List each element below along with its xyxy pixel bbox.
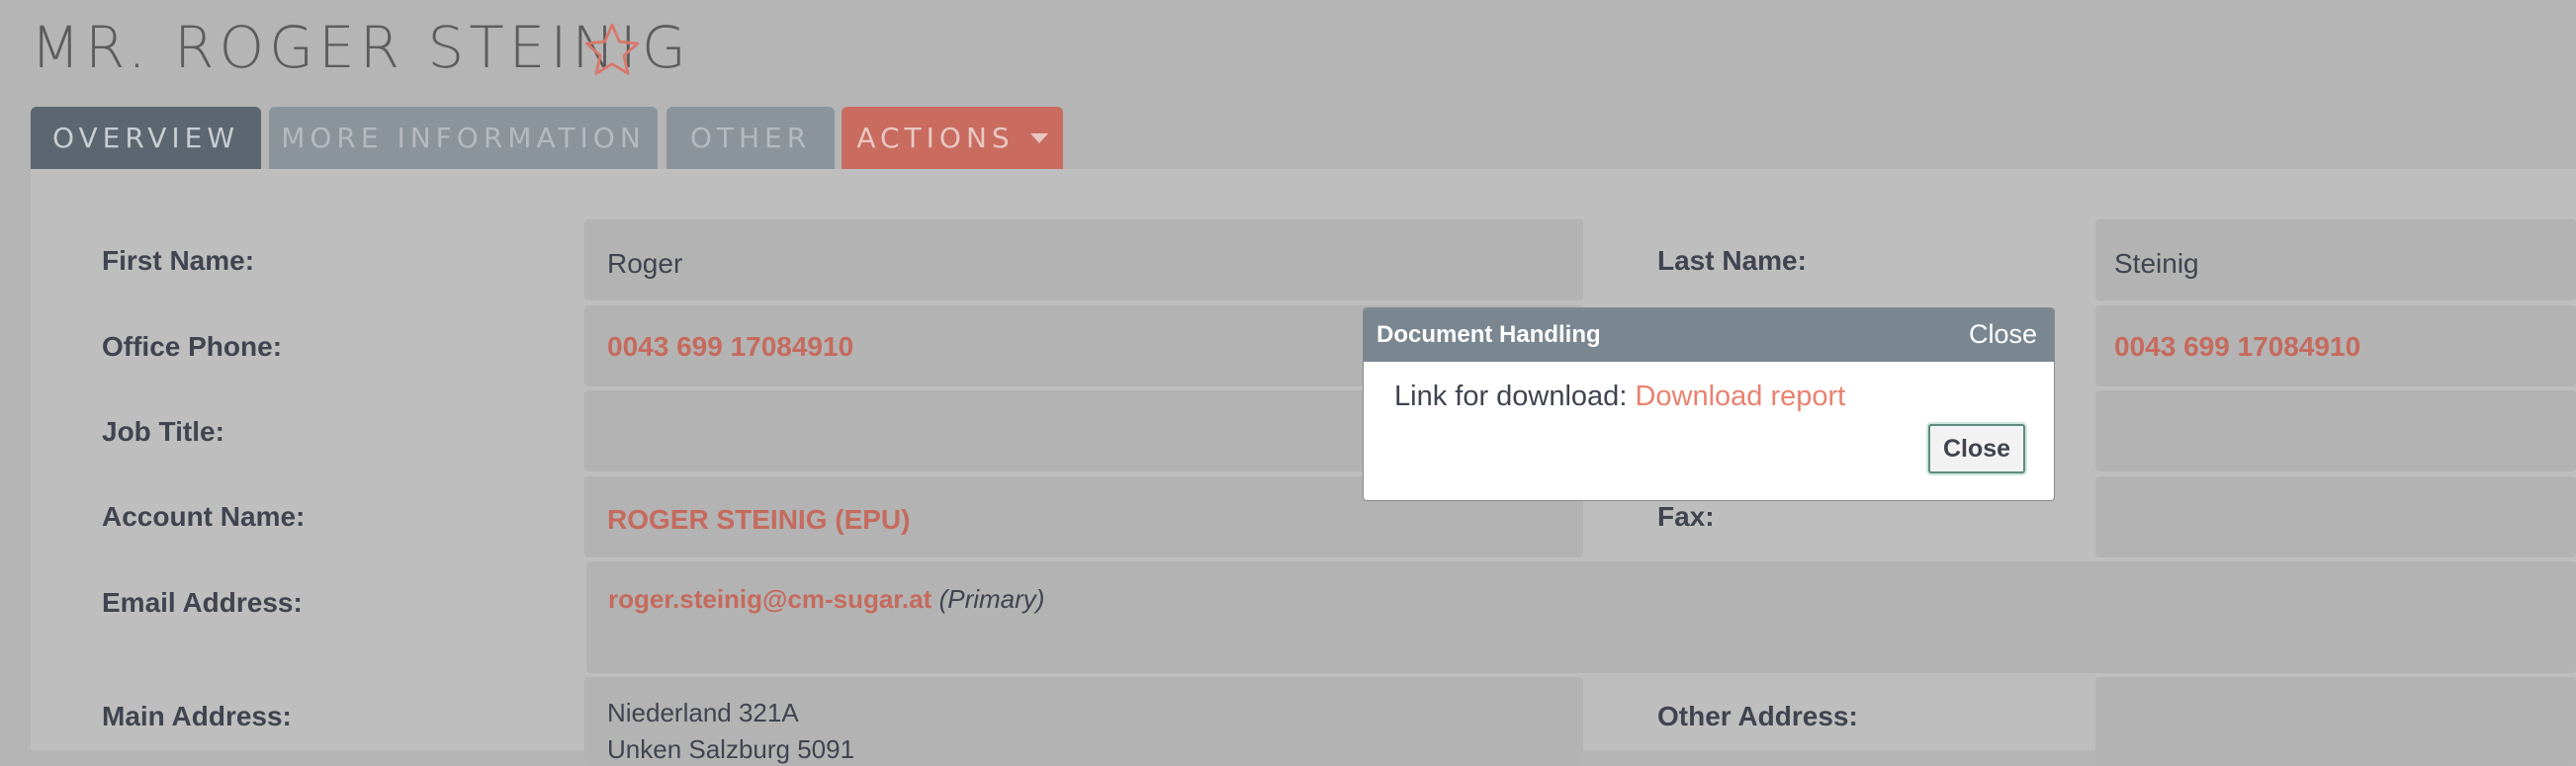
tab-other-label: OTHER xyxy=(689,122,812,154)
first-name-label: First Name: xyxy=(102,245,255,276)
last-name-label: Last Name: xyxy=(1657,245,1807,276)
main-address-line1: Niederland 321A xyxy=(607,698,799,727)
other-address-field xyxy=(2095,677,2576,766)
other-address-label: Other Address: xyxy=(1657,701,1858,731)
account-name-label: Account Name: xyxy=(102,501,306,532)
document-handling-dialog: Document Handling Close Link for downloa… xyxy=(1363,307,2055,501)
chevron-down-icon xyxy=(1029,132,1048,143)
email-link[interactable]: roger.steinig@cm-sugar.at xyxy=(608,584,932,614)
dialog-header: Document Handling Close xyxy=(1364,308,2054,362)
office-phone-label: Office Phone: xyxy=(102,331,283,362)
job-title-label: Job Title: xyxy=(102,416,224,447)
tab-more-information[interactable]: MORE INFORMATION xyxy=(269,107,658,169)
first-name-field xyxy=(584,219,1583,300)
email-label: Email Address: xyxy=(102,587,303,618)
email-field xyxy=(586,561,2576,673)
account-name-link[interactable]: ROGER STEINIG (EPU) xyxy=(607,504,910,536)
dialog-message: Link for download: Download report xyxy=(1394,381,1845,413)
favorite-star-icon[interactable] xyxy=(581,20,643,81)
dialog-close-link[interactable]: Close xyxy=(1969,319,2037,350)
dialog-close-button[interactable]: Close xyxy=(1928,424,2025,473)
email-primary-tag: (Primary) xyxy=(938,584,1045,614)
tab-actions[interactable]: ACTIONS xyxy=(842,107,1063,169)
tab-more-information-label: MORE INFORMATION xyxy=(281,122,646,154)
download-report-link[interactable]: Download report xyxy=(1635,381,1845,412)
fax-label: Fax: xyxy=(1657,501,1715,532)
fax-field xyxy=(2095,476,2576,557)
dialog-message-text: Link for download: xyxy=(1394,381,1636,412)
mobile-phone-link[interactable]: 0043 699 17084910 xyxy=(2114,331,2360,363)
tab-overview[interactable]: OVERVIEW xyxy=(31,107,261,169)
tab-actions-label: ACTIONS xyxy=(856,122,1015,154)
tab-other[interactable]: OTHER xyxy=(666,107,835,169)
main-address-label: Main Address: xyxy=(102,701,292,731)
email-value: roger.steinig@cm-sugar.at (Primary) xyxy=(608,584,1044,615)
department-field xyxy=(2095,390,2576,471)
tab-overview-label: OVERVIEW xyxy=(51,122,240,154)
dialog-title: Document Handling xyxy=(1377,321,1601,348)
office-phone-link[interactable]: 0043 699 17084910 xyxy=(607,331,853,363)
first-name-value: Roger xyxy=(607,248,683,279)
last-name-value: Steinig xyxy=(2114,248,2199,279)
detail-panel: First Name: Roger Last Name: Steinig Off… xyxy=(31,169,2576,766)
page: MR. ROGER STEINIG OVERVIEW MORE INFORMAT… xyxy=(0,0,2576,766)
